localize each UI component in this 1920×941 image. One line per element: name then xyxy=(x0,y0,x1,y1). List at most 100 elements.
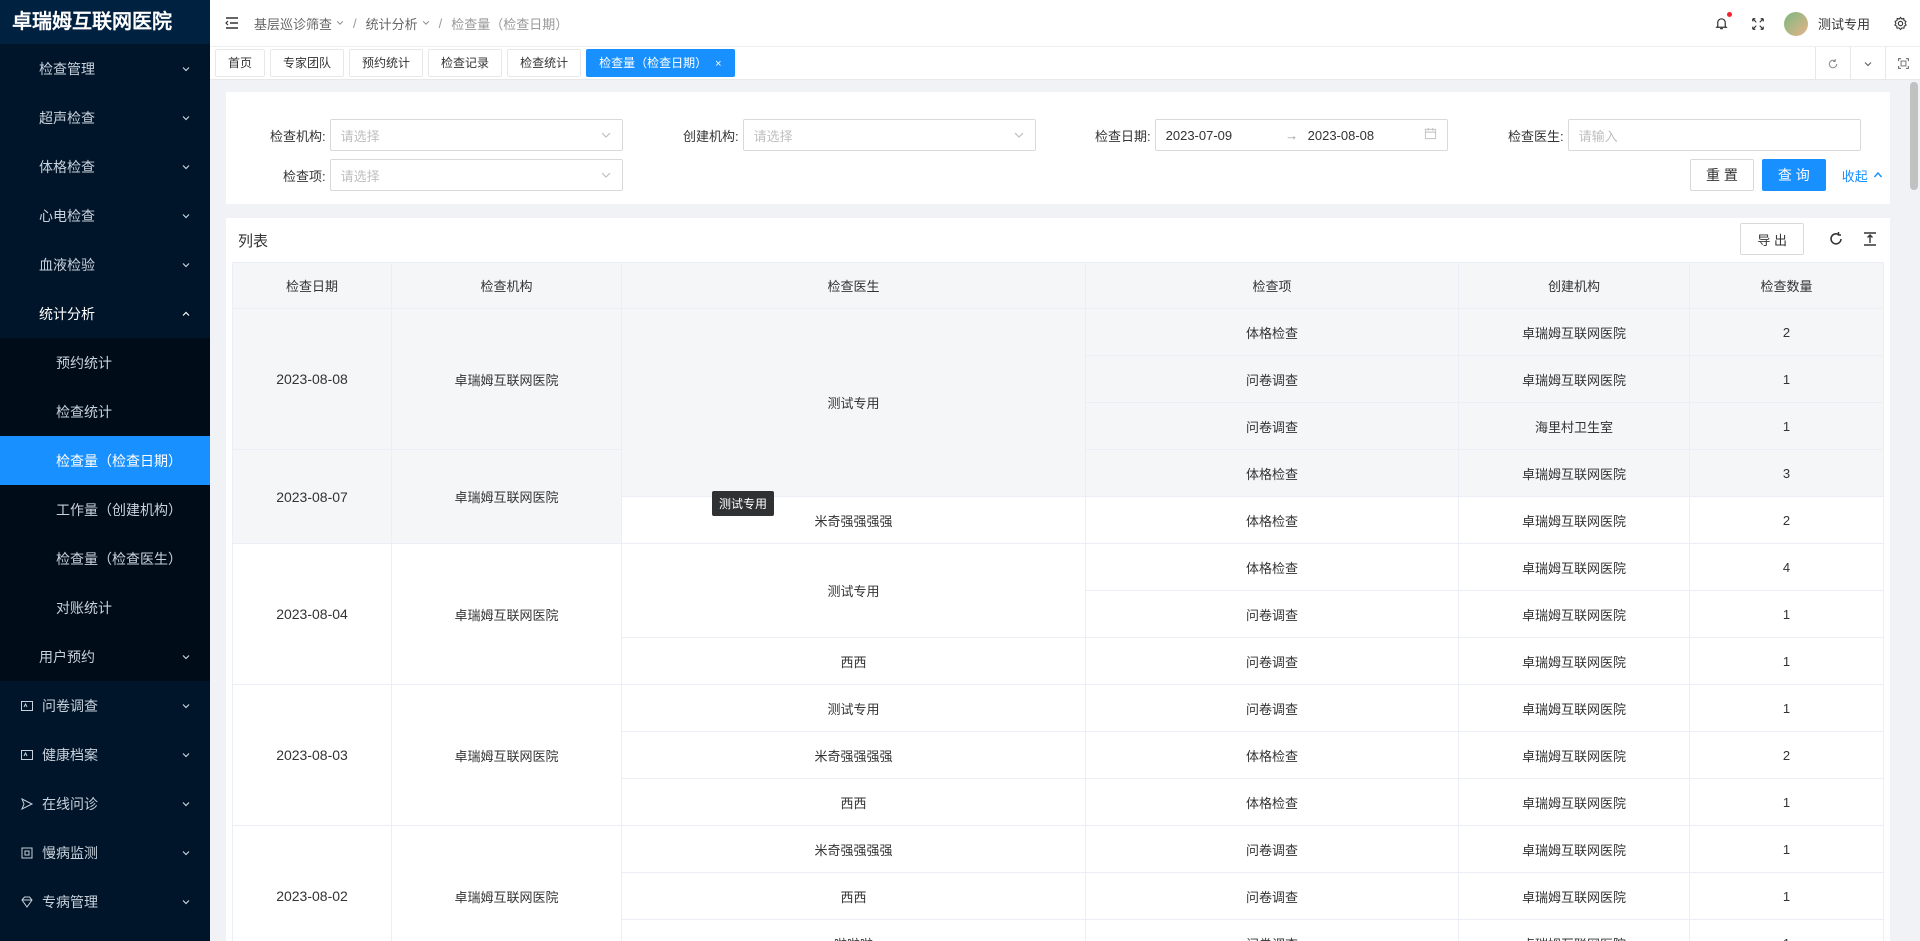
search-button[interactable]: 查 询 xyxy=(1761,159,1826,191)
table-row: 2023-08-08 卓瑞姆互联网医院 测试专用 体格检查 卓瑞姆互联网医院 2 xyxy=(232,308,1884,497)
org-select[interactable]: 请选择 xyxy=(329,119,623,151)
chevron-down-icon xyxy=(180,161,192,173)
close-icon[interactable]: × xyxy=(715,58,721,70)
maximize-icon[interactable] xyxy=(1885,47,1920,80)
date-end[interactable]: 2023-08-08 xyxy=(1308,128,1424,143)
cell-org: 卓瑞姆互联网医院 xyxy=(391,684,622,826)
cell-creator: 卓瑞姆互联网医院 xyxy=(1458,731,1690,779)
creator-select[interactable]: 请选择 xyxy=(742,119,1036,151)
tab-exam-volume-by-date[interactable]: 检查量（检查日期） × xyxy=(586,49,735,77)
column-height-icon[interactable] xyxy=(1860,229,1880,249)
column-header-item[interactable]: 检查项 xyxy=(1085,262,1459,309)
tab-home[interactable]: 首页 xyxy=(215,49,266,77)
filter-org-label: 检查机构: xyxy=(270,128,326,144)
filter-date: 检查日期: 2023-07-09 → 2023-08-08 xyxy=(1095,119,1448,151)
sidebar-item-disease-management[interactable]: 专病管理 xyxy=(0,877,210,926)
tab-exam-stats[interactable]: 检查统计 xyxy=(507,49,582,77)
top-header: 基层巡诊筛查 / 统计分析 / 检查量（检查日期） 测试专用 xyxy=(210,0,1920,47)
cell-count: 1 xyxy=(1689,684,1884,732)
cell-date: 2023-08-07 xyxy=(232,449,392,544)
sidebar-item-survey[interactable]: 问卷调查 xyxy=(0,681,210,730)
table-row: 2023-08-02 卓瑞姆互联网医院 米奇强强强强 问卷调查 卓瑞姆互联网医院… xyxy=(232,825,1884,941)
cell-creator: 卓瑞姆互联网医院 xyxy=(1458,449,1690,497)
date-range-arrow: → xyxy=(1285,127,1299,143)
breadcrumb-item-statistics[interactable]: 统计分析 xyxy=(366,14,430,33)
date-start[interactable]: 2023-07-09 xyxy=(1166,128,1276,143)
fullscreen-icon[interactable] xyxy=(1748,14,1768,34)
chevron-down-icon xyxy=(600,169,612,181)
chevron-down-icon xyxy=(1013,129,1025,141)
cell-doctor: 米奇强强强强 xyxy=(621,496,1086,544)
date-range-picker[interactable]: 2023-07-09 → 2023-08-08 xyxy=(1154,119,1448,151)
reload-icon[interactable] xyxy=(1826,229,1846,249)
item-select[interactable]: 请选择 xyxy=(329,159,623,191)
sidebar-item-reconciliation[interactable]: 对账统计 xyxy=(0,583,210,632)
column-header-doctor[interactable]: 检查医生 xyxy=(621,262,1086,309)
chevron-down-icon xyxy=(180,847,192,859)
column-header-count[interactable]: 检查数量 xyxy=(1689,262,1884,309)
username[interactable]: 测试专用 xyxy=(1818,14,1870,33)
avatar[interactable] xyxy=(1783,11,1808,36)
sidebar-item-chronic-monitor[interactable]: 慢病监测 xyxy=(0,828,210,877)
chevron-down-icon xyxy=(180,749,192,761)
cell-count: 2 xyxy=(1689,496,1884,544)
cell-item: 体格检查 xyxy=(1085,778,1459,826)
cell-item: 问卷调查 xyxy=(1085,872,1459,920)
doctor-input[interactable]: 请输入 xyxy=(1567,119,1861,151)
column-header-org[interactable]: 检查机构 xyxy=(391,262,622,309)
export-button[interactable]: 导 出 xyxy=(1740,223,1804,255)
column-header-creator[interactable]: 创建机构 xyxy=(1458,262,1690,309)
cell-org: 卓瑞姆互联网医院 xyxy=(391,543,622,685)
sidebar-item-appointment-stats[interactable]: 预约统计 xyxy=(0,338,210,387)
sidebar-item-exam-stats[interactable]: 检查统计 xyxy=(0,387,210,436)
bell-icon[interactable] xyxy=(1712,11,1732,34)
refresh-tab-icon[interactable] xyxy=(1815,47,1850,80)
table-row: 2023-08-04 卓瑞姆互联网医院 测试专用 体格检查 卓瑞姆互联网医院 4 xyxy=(232,543,1884,685)
column-header-date[interactable]: 检查日期 xyxy=(232,262,392,309)
sidebar-item-exam-volume-by-date[interactable]: 检查量（检查日期） xyxy=(0,436,210,485)
tab-exam-records[interactable]: 检查记录 xyxy=(428,49,503,77)
tab-appointment-stats[interactable]: 预约统计 xyxy=(349,49,424,77)
cell-item: 问卷调查 xyxy=(1085,919,1459,941)
cell-doctor: 啦啦啦 xyxy=(621,919,1086,941)
sidebar-item-statistics[interactable]: 统计分析 xyxy=(0,289,210,338)
sidebar-item-exam-volume-by-doctor[interactable]: 检查量（检查医生） xyxy=(0,534,210,583)
cell-creator: 卓瑞姆互联网医院 xyxy=(1458,543,1690,591)
cell-org: 卓瑞姆互联网医院 xyxy=(391,449,622,544)
survey-icon xyxy=(20,699,34,713)
notification-dot xyxy=(1726,11,1732,17)
sidebar-item-physical-exam[interactable]: 体格检查 xyxy=(0,142,210,191)
sidebar-item-ultrasound[interactable]: 超声检查 xyxy=(0,93,210,142)
chevron-down-icon xyxy=(180,210,192,222)
sidebar-item-workload-by-org[interactable]: 工作量（创建机构） xyxy=(0,485,210,534)
chevron-down-icon xyxy=(422,19,430,27)
reset-button[interactable]: 重 置 xyxy=(1690,159,1754,191)
app-logo-title: 卓瑞姆互联网医院 xyxy=(0,0,210,44)
sidebar-item-online-consult[interactable]: 在线问诊 xyxy=(0,779,210,828)
cell-count: 4 xyxy=(1689,543,1884,591)
cell-creator: 卓瑞姆互联网医院 xyxy=(1458,308,1690,356)
cell-date: 2023-08-04 xyxy=(232,543,392,685)
sidebar-item-exam-management[interactable]: 检查管理 xyxy=(0,44,210,93)
cell-creator: 卓瑞姆互联网医院 xyxy=(1458,637,1690,685)
cell-org: 卓瑞姆互联网医院 xyxy=(391,825,622,941)
cell-creator: 卓瑞姆互联网医院 xyxy=(1458,825,1690,873)
cell-count: 1 xyxy=(1689,590,1884,638)
chevron-down-icon[interactable] xyxy=(1850,47,1885,80)
chevron-down-icon xyxy=(180,112,192,124)
cell-date: 2023-08-08 xyxy=(232,308,392,450)
sidebar-item-blood-test[interactable]: 血液检验 xyxy=(0,240,210,289)
menu-fold-icon[interactable] xyxy=(222,13,242,33)
chevron-down-icon xyxy=(180,63,192,75)
gear-icon[interactable] xyxy=(1890,14,1910,34)
cell-count: 1 xyxy=(1689,825,1884,873)
cell-item: 体格检查 xyxy=(1085,496,1459,544)
tab-expert-team[interactable]: 专家团队 xyxy=(270,49,345,77)
breadcrumb-item-screening[interactable]: 基层巡诊筛查 xyxy=(254,14,344,33)
sidebar-item-health-archive[interactable]: 健康档案 xyxy=(0,730,210,779)
sidebar-item-user-appointments[interactable]: 用户预约 xyxy=(0,632,210,681)
sidebar-item-ecg[interactable]: 心电检查 xyxy=(0,191,210,240)
chevron-up-icon xyxy=(1873,171,1882,178)
collapse-link[interactable]: 收起 xyxy=(1842,166,1883,185)
gem-icon xyxy=(20,895,34,909)
